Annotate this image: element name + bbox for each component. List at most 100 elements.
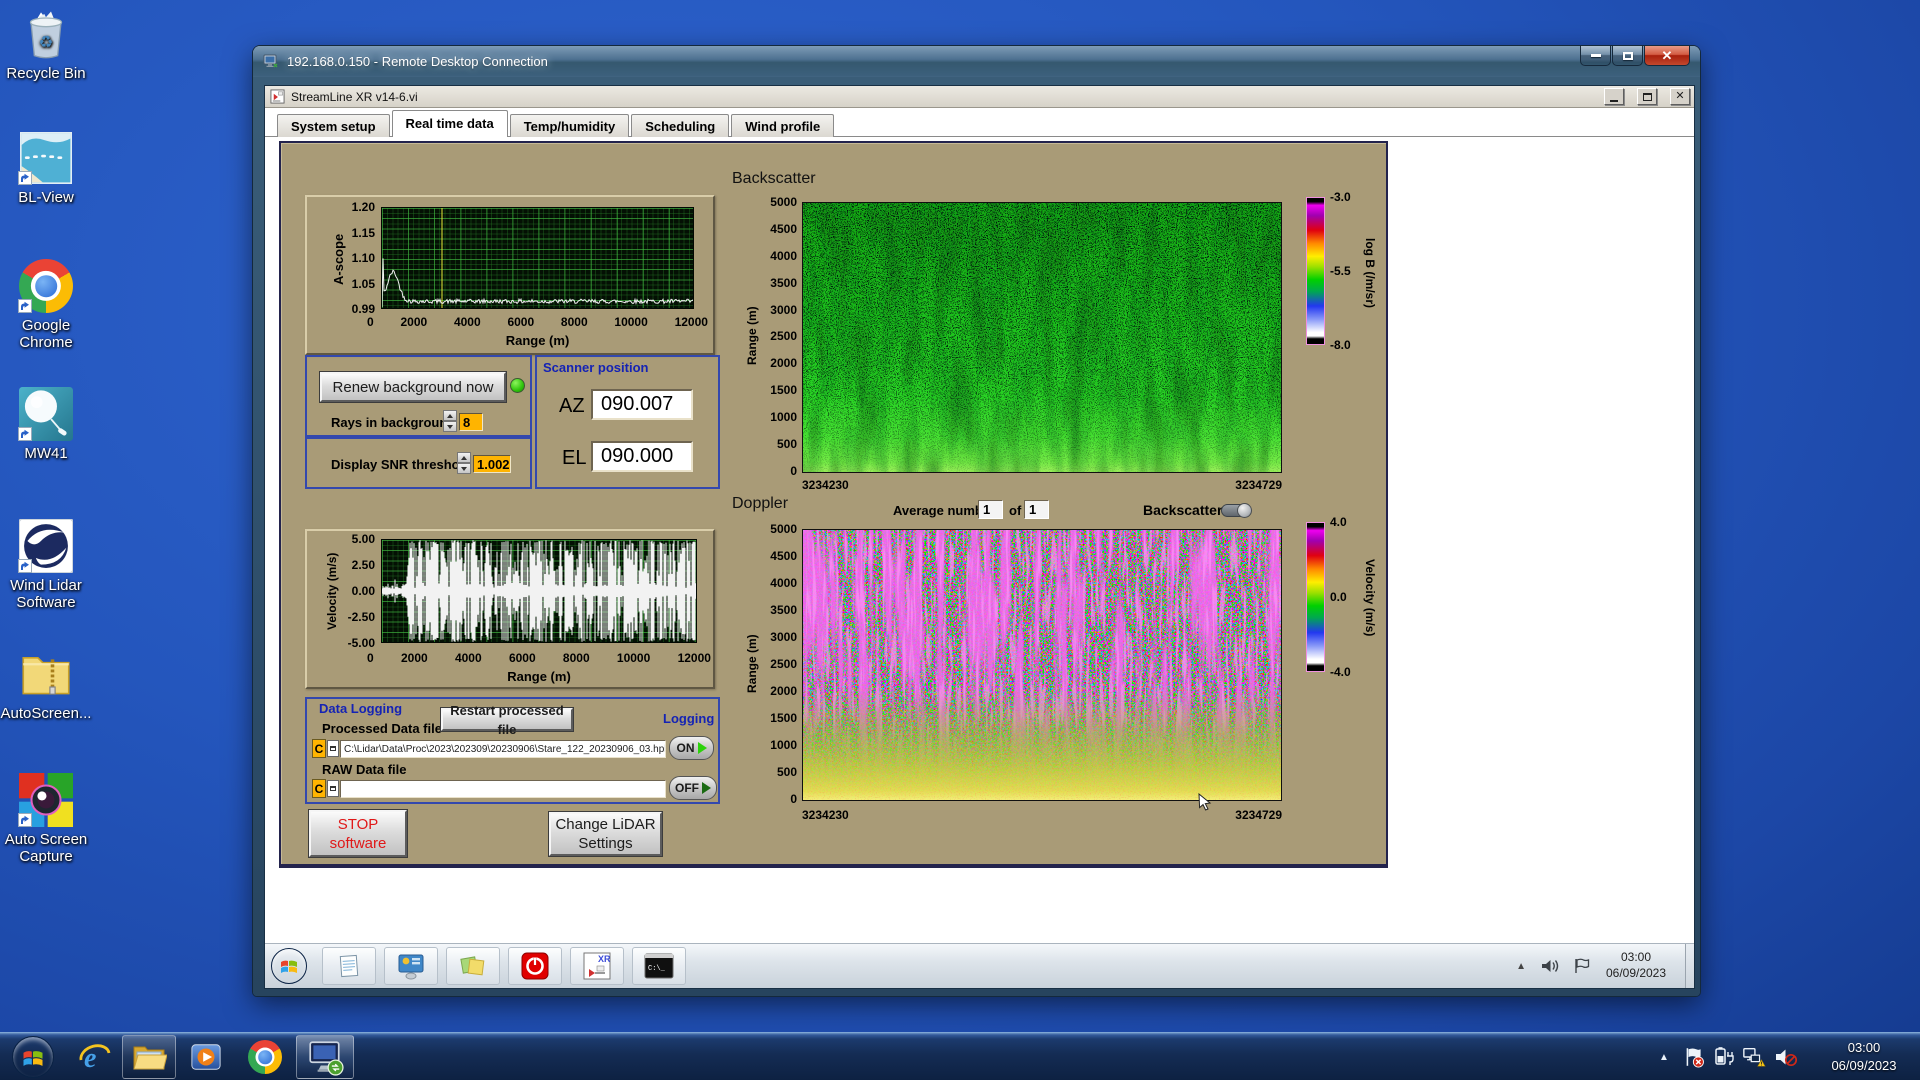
tray-power-icon[interactable] [1712, 1046, 1736, 1068]
tray-action-center-icon[interactable] [1682, 1046, 1706, 1068]
velocity-xticks: 0 2000 4000 6000 8000 10000 12000 [367, 651, 711, 665]
taskbar-rdp-button[interactable] [296, 1035, 354, 1079]
rays-spinner[interactable] [443, 410, 457, 432]
close-button[interactable]: ✕ [1644, 46, 1690, 66]
tick-label: 2000 [770, 684, 797, 698]
tab-wind-profile[interactable]: Wind profile [731, 114, 835, 137]
shortcut-arrow-icon [18, 427, 32, 441]
remote-tray-show-hidden[interactable]: ▲ [1516, 944, 1526, 988]
remote-clock[interactable]: 03:00 06/09/2023 [1592, 949, 1680, 981]
desktop-icon-wind-lidar[interactable]: Wind Lidar Software [0, 518, 92, 611]
tab-real-time-data[interactable]: Real time data [391, 110, 508, 137]
tab-system-setup[interactable]: System setup [277, 114, 390, 137]
background-controls-box: Renew background now Rays in background … [305, 355, 532, 437]
tick-label: 0 [790, 792, 797, 806]
start-button[interactable] [12, 1036, 54, 1078]
backscatter-toggle-switch[interactable] [1221, 503, 1252, 518]
tick-label: 4000 [453, 315, 481, 329]
processed-file-path-field[interactable]: C:\Lidar\Data\Proc\2023\202309\20230906\… [340, 740, 666, 758]
vi-titlebar[interactable]: StreamLine XR v14-6.vi ✕ [265, 86, 1694, 108]
tick-label: 4500 [770, 221, 797, 236]
taskbar-chrome-button[interactable] [248, 1040, 282, 1074]
host-clock[interactable]: 03:00 06/09/2023 [1812, 1039, 1916, 1075]
remote-taskbar-stop-button[interactable] [508, 947, 562, 985]
taskbar-explorer-button[interactable] [122, 1035, 176, 1079]
desktop-icon-label: BL-View [18, 189, 74, 206]
tick-label: 1500 [770, 711, 797, 725]
desktop-icon-google-chrome[interactable]: Google Chrome [0, 258, 92, 351]
tick-label: 3500 [770, 275, 797, 290]
maximize-button[interactable] [1612, 46, 1643, 66]
tick-label: 2000 [400, 651, 428, 665]
vi-restore-button[interactable] [1637, 88, 1657, 105]
rdp-titlebar[interactable]: 192.168.0.150 - Remote Desktop Connectio… [253, 46, 1700, 76]
tab-scheduling[interactable]: Scheduling [631, 114, 730, 137]
restart-processed-file-button[interactable]: Restart processed file [441, 703, 573, 737]
processed-drive-selector[interactable]: C [312, 739, 326, 758]
tick-label: 4000 [454, 651, 482, 665]
tick-label: -8.0 [1330, 338, 1351, 352]
velocity-yticks: 5.00 2.50 0.00 -2.50 -5.00 [339, 532, 375, 650]
tray-volume-muted-icon[interactable] [1774, 1046, 1798, 1068]
remote-taskbar-streamline-xr-button[interactable]: XR [570, 947, 624, 985]
tick-label: 2000 [400, 315, 428, 329]
desktop-icon-recycle-bin[interactable]: ♻ Recycle Bin [0, 6, 92, 82]
processed-logging-on-button[interactable]: ON [669, 736, 714, 760]
change-lidar-settings-button[interactable]: Change LiDAR Settings [549, 812, 662, 856]
taskbar-wmp-button[interactable] [190, 1041, 222, 1073]
backscatter-xticks: 3234230 3234729 [802, 478, 1282, 492]
desktop-icon-mw41[interactable]: MW41 [0, 386, 92, 462]
raw-browse-icon[interactable] [327, 780, 339, 797]
vi-minimize-button[interactable] [1604, 88, 1624, 105]
average-number-field[interactable]: 1 [978, 500, 1003, 519]
snr-label: Display SNR threshold [331, 457, 472, 472]
rays-value-field[interactable]: 8 [459, 413, 483, 431]
ascope-yticks: 1.20 1.15 1.10 1.05 0.99 [343, 200, 375, 316]
tray-network-icon[interactable] [1742, 1046, 1766, 1068]
stop-software-button[interactable]: STOP software [309, 810, 407, 857]
el-value-field[interactable]: 090.000 [591, 441, 693, 472]
desktop-icon-bl-view[interactable]: BL-View [0, 130, 92, 206]
velocity-ylabel: Velocity (m/s) [325, 552, 339, 630]
rays-label: Rays in background [331, 415, 456, 430]
renew-background-button[interactable]: Renew background now [320, 372, 506, 402]
vi-close-button[interactable]: ✕ [1670, 88, 1690, 105]
notepad-icon [339, 954, 359, 978]
processed-browse-icon[interactable] [327, 740, 339, 757]
windows-flag-icon [281, 960, 297, 973]
backscatter-colorbar-label: log B (/m/sr) [1363, 237, 1377, 308]
remote-tray-action-center-icon[interactable] [1572, 944, 1590, 988]
desktop-icon-auto-screen-capture[interactable]: Auto Screen Capture [0, 772, 92, 865]
desktop-icon-label: AutoScreen... [0, 705, 92, 722]
velocity-frame: Velocity (m/s) 5.00 2.50 0.00 -2.50 -5.00 0 2… [305, 529, 715, 689]
remote-start-button[interactable] [271, 948, 307, 984]
az-value-field[interactable]: 090.007 [591, 389, 693, 420]
az-label: AZ [559, 395, 585, 417]
raw-drive-selector[interactable]: C [312, 779, 326, 798]
remote-taskbar-sticky-notes-button[interactable] [446, 947, 500, 985]
doppler-colorbar-label: Velocity (m/s) [1363, 559, 1377, 637]
remote-taskbar-cmd-button[interactable]: C:\_ [632, 947, 686, 985]
minimize-button[interactable] [1580, 46, 1611, 66]
taskbar-ie-button[interactable]: e [78, 1040, 112, 1074]
tab-temp-humidity[interactable]: Temp/humidity [509, 114, 630, 137]
remote-taskbar-display-settings-button[interactable] [384, 947, 438, 985]
desktop-icon-autoscreen-zip[interactable]: AutoScreen... [0, 646, 92, 722]
tray-show-hidden-icons[interactable]: ▲ [1652, 1046, 1676, 1068]
backscatter-x-start: 3234230 [802, 478, 849, 492]
average-total-field[interactable]: 1 [1024, 500, 1049, 519]
remote-show-desktop-button[interactable] [1685, 944, 1694, 988]
tick-label: 3000 [770, 630, 797, 644]
ascope-trace [382, 208, 693, 308]
recycle-bin-icon: ♻ [29, 11, 63, 59]
remote-taskbar-notepad-button[interactable] [322, 947, 376, 985]
snr-value-field[interactable]: 1.002 [473, 455, 511, 473]
ascope-xlabel: Range (m) [505, 333, 570, 348]
vi-window-title: StreamLine XR v14-6.vi [291, 89, 418, 104]
backscatter-heatmap [802, 202, 1282, 473]
raw-logging-off-button[interactable]: OFF [669, 776, 717, 800]
snr-spinner[interactable] [457, 452, 471, 474]
raw-file-path-field[interactable] [340, 780, 666, 798]
tick-label: -2.50 [347, 610, 375, 624]
remote-tray-volume-icon[interactable] [1540, 944, 1560, 988]
